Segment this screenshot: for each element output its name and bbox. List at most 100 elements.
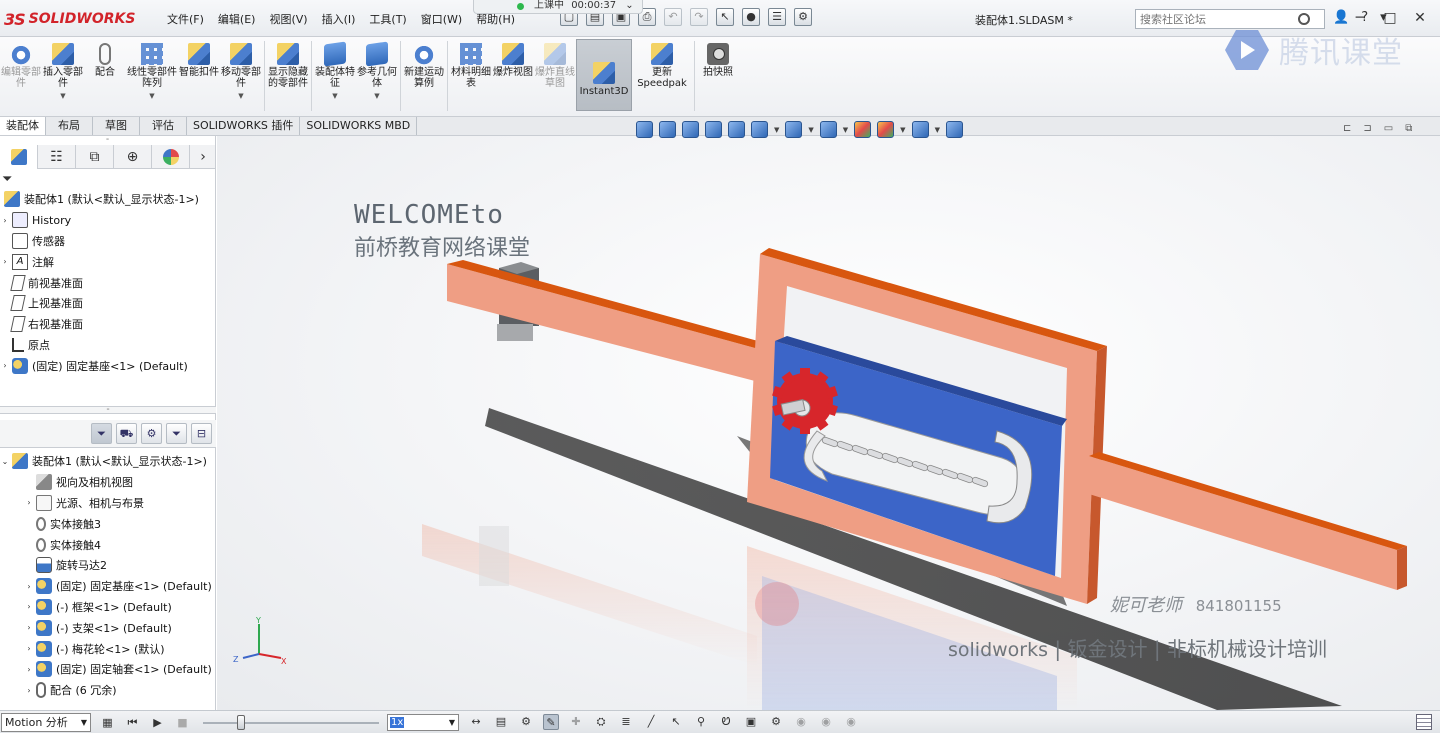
graphics-area[interactable]: WELCOMEto 前桥教育网络课堂 妮可老师 841801155 solidw… [217,136,1440,710]
caret-icon[interactable]: ▼ [60,91,65,102]
redo-icon[interactable]: ↷ [690,8,708,26]
expand-icon[interactable]: › [24,665,34,674]
expand-icon[interactable]: › [24,582,34,591]
chevron-down-icon[interactable]: ▼ [935,126,940,134]
expand-icon[interactable]: › [0,361,10,370]
viewport-minimize-icon[interactable]: ▭ [1384,123,1393,134]
hide-show-items-icon[interactable] [819,121,837,138]
tile-left-icon[interactable]: ⊏ [1343,123,1351,134]
caret-icon[interactable]: ▼ [374,91,379,102]
tab-addins[interactable]: SOLIDWORKS 插件 [187,117,301,135]
smart-fasteners-button[interactable]: 智能扣件 [178,41,220,78]
reference-geometry-button[interactable]: 参考几何体 ▼ [356,41,398,102]
motion-item-fixed-base[interactable]: › (固定) 固定基座<1> (Default) [0,576,216,597]
tree-item-fixed-base[interactable]: › (固定) 固定基座<1> (Default) [0,355,215,376]
display-style-icon[interactable] [785,121,803,138]
motion-item-geneva-wheel[interactable]: › (-) 梅花轮<1> (默认) [0,638,216,659]
menu-window[interactable]: 窗口(W) [414,11,469,27]
filter-selected-icon[interactable]: ⚙ [141,423,162,444]
menu-edit[interactable]: 编辑(E) [211,11,263,27]
autokey-icon[interactable]: ✎ [543,714,559,730]
chevron-down-icon[interactable]: ▼ [774,126,779,134]
motion-item-view[interactable]: 视向及相机视图 [0,472,216,493]
file-properties-icon[interactable]: ☰ [768,8,786,26]
show-hidden-components-button[interactable]: 显示隐藏的零部件 [267,41,309,89]
dynamic-annotation-icon[interactable] [728,121,745,138]
gravity-icon[interactable]: Ꮼ [718,714,734,730]
caret-icon[interactable]: ▼ [149,91,154,102]
chevron-down-icon[interactable]: ▼ [843,126,848,134]
tree-item-annotations[interactable]: › A 注解 [0,251,215,272]
tab-evaluate[interactable]: 评估 [140,117,187,135]
tree-item-sensors[interactable]: 传感器 [0,231,215,252]
add-key-icon[interactable]: ✚ [568,714,584,730]
right-slide-bar[interactable] [1089,456,1397,590]
motion-item-mates[interactable]: › 配合 (6 冗余) [0,680,216,701]
options-gear-icon[interactable]: ⚙ [794,8,812,26]
motion-tree-root[interactable]: ⌄ 装配体1 (默认<默认_显示状态-1>) [0,451,216,472]
tab-configuration-manager[interactable]: ⧉ [76,145,114,169]
motor-icon[interactable]: ⛭ [593,714,609,730]
tree-item-top-plane[interactable]: 上视基准面 [0,293,215,314]
playback-slider[interactable] [203,714,379,731]
apply-scene-icon[interactable] [877,121,895,138]
bill-of-materials-button[interactable]: 材料明细表 [450,41,492,89]
tab-sketch[interactable]: 草图 [93,117,140,135]
tab-layout[interactable]: 布局 [46,117,93,135]
expand-icon[interactable]: › [24,644,34,653]
tree-item-origin[interactable]: 原点 [0,335,215,356]
update-speedpak-button[interactable]: 更新Speedpak [632,41,692,89]
expand-icon[interactable]: › [24,686,34,695]
menu-file[interactable]: 文件(F) [160,11,211,27]
tab-display-manager[interactable] [152,145,190,169]
insert-component-button[interactable]: 插入零部件 ▼ [42,41,84,102]
menu-view[interactable]: 视图(V) [262,11,314,27]
rebuild-icon[interactable]: ● [742,8,760,26]
motion-item-contact4[interactable]: 实体接触4 [0,534,216,555]
view-orientation-icon[interactable] [751,121,768,138]
undo-icon[interactable]: ↶ [664,8,682,26]
instant3d-button[interactable]: Instant3D [576,39,632,111]
collapse-motion-manager-icon[interactable]: ◉ [793,714,809,730]
edit-appearance-icon[interactable] [854,121,872,138]
menu-insert[interactable]: 插入(I) [315,11,363,27]
user-icon[interactable]: 👤 [1333,10,1349,25]
mate-button[interactable]: 配合 [84,41,126,78]
explode-line-sketch-button[interactable]: 爆炸直线草图 [534,41,576,89]
view-settings-icon[interactable] [911,121,929,138]
select-arrow-icon[interactable]: ↖ [716,8,734,26]
tab-feature-manager[interactable] [0,145,38,169]
filter-mates-icon[interactable]: ⊟ [191,423,212,444]
tree-item-front-plane[interactable]: 前视基准面 [0,272,215,293]
exploded-view-button[interactable]: 爆炸视图 [492,41,534,78]
motion-item-fixed-sleeve[interactable]: › (固定) 固定轴套<1> (Default) [0,659,216,680]
motion-timeline-toggle-icon[interactable] [1416,714,1432,730]
linear-pattern-button[interactable]: 线性零部件阵列 ▼ [126,41,178,102]
tab-assembly[interactable]: 装配体 [0,117,46,135]
new-motion-study-button[interactable]: 新建运动算例 [403,41,445,89]
save-animation-icon[interactable]: ▤ [493,714,509,730]
damper-icon[interactable]: ╱ [643,714,659,730]
filter-animation-icon[interactable]: ⏷ [91,423,112,444]
menu-tools[interactable]: 工具(T) [362,11,413,27]
previous-view-icon[interactable] [682,121,699,138]
close-icon[interactable]: ✕ [1412,10,1428,26]
viewport-restore-icon[interactable]: ⧉ [1405,123,1412,134]
motion-item-frame[interactable]: › (-) 框架<1> (Default) [0,597,216,618]
tree-filter[interactable]: ⏷ [0,169,215,189]
study-type-select[interactable]: Motion 分析 ▼ [1,712,91,732]
timer-chevron-icon[interactable]: ⌄ [625,0,633,11]
tree-item-right-plane[interactable]: 右视基准面 [0,314,215,335]
left-slide-bar[interactable] [447,264,755,381]
assembly-features-button[interactable]: 装配体特征 ▼ [314,41,356,102]
zoom-to-area-icon[interactable] [659,121,676,138]
chevron-down-icon[interactable]: ▼ [808,126,813,134]
filter-driving-icon[interactable]: ⛟ [116,423,137,444]
play-from-start-icon[interactable]: ⏮ [124,714,141,731]
edit-component-button[interactable]: 编辑零部件 [0,41,42,89]
collapse-icon[interactable]: ⌄ [0,457,10,466]
expand-icon[interactable]: › [24,623,34,632]
tab-mbd[interactable]: SOLIDWORKS MBD [300,117,418,135]
motion-item-lights[interactable]: › 光源、相机与布景 [0,493,216,514]
caret-icon[interactable]: ▼ [238,91,243,102]
